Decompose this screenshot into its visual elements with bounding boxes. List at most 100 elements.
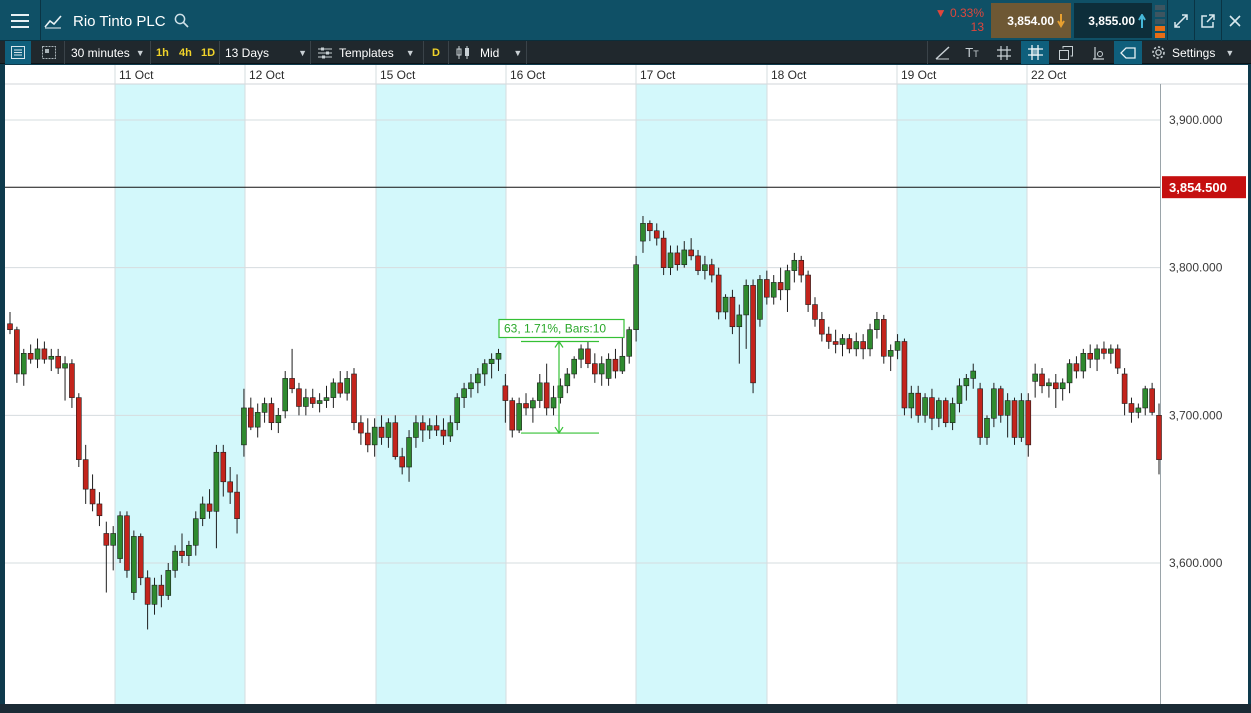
candle — [14, 326, 20, 383]
candle-body-up — [1142, 388, 1149, 409]
popout-icon[interactable] — [1195, 0, 1221, 41]
change-points: 13 — [970, 20, 984, 34]
candle — [846, 334, 853, 354]
text-icon[interactable]: TT — [959, 41, 985, 64]
candle — [839, 334, 846, 357]
candle — [1121, 368, 1128, 416]
candle-body-up — [867, 329, 873, 350]
candle-body-down — [502, 385, 509, 401]
candle-body-down — [1101, 348, 1107, 354]
day-shade — [636, 84, 767, 705]
candle — [585, 341, 591, 369]
candle-body-up — [963, 378, 970, 387]
candle-body-up — [413, 422, 419, 438]
candle-body-up — [117, 515, 123, 559]
interval-label: 30 minutes — [71, 45, 130, 60]
x-tick-label: 15 Oct — [380, 68, 416, 82]
interval-1d-button[interactable]: 1D — [201, 41, 215, 64]
candle-body-up — [48, 355, 55, 360]
grid-icon[interactable] — [991, 41, 1017, 64]
candle-body-down — [351, 373, 357, 424]
candle-body-up — [991, 388, 997, 419]
candle-body-up — [894, 341, 901, 351]
crosshair-icon[interactable] — [1021, 41, 1049, 64]
day-shade — [376, 84, 506, 705]
chart-canvas[interactable]: 3,854.500 63, 1.71%, Bars:10 11 Oct 12 Oct… — [5, 65, 1248, 705]
y-tick-label: 3,600.000 — [1169, 556, 1223, 570]
indicator-icon[interactable] — [1085, 41, 1111, 64]
tag-icon[interactable] — [1114, 41, 1142, 64]
y-tick-label: 3,900.000 — [1169, 113, 1223, 127]
x-tick-label: 19 Oct — [901, 68, 937, 82]
candle — [1052, 373, 1059, 408]
interval-dropdown[interactable]: 30 minutes ▼ — [71, 41, 145, 64]
candle-body-up — [578, 348, 584, 360]
candle — [316, 393, 323, 413]
candle — [117, 511, 123, 563]
candle — [825, 326, 832, 349]
list-icon[interactable] — [5, 41, 31, 64]
candle — [1135, 403, 1142, 419]
layout-icon[interactable] — [36, 41, 62, 64]
candle-body-down — [929, 397, 935, 419]
menu-icon[interactable] — [0, 0, 40, 41]
candle-body-down — [227, 481, 233, 493]
candle — [550, 385, 557, 416]
candle-body-down — [860, 341, 866, 350]
candle-body-up — [722, 296, 729, 313]
price-type-dropdown[interactable]: Mid ▼ — [456, 41, 522, 64]
candle — [1128, 397, 1135, 423]
candle-body-down — [220, 451, 227, 483]
search-icon[interactable] — [172, 0, 190, 41]
candle-body-down — [69, 363, 75, 398]
candle — [598, 356, 605, 386]
templates-dropdown[interactable]: Templates ▼ — [318, 41, 415, 64]
candle — [62, 356, 68, 401]
copy-icon[interactable] — [1053, 41, 1079, 64]
period-dropdown[interactable]: 13 Days ▼ — [225, 41, 307, 64]
candle — [633, 255, 639, 342]
candle-body-down — [1156, 415, 1162, 460]
candle-body-up — [984, 417, 990, 438]
candle-body-up — [791, 259, 798, 271]
candle — [137, 533, 144, 586]
candle — [942, 397, 949, 428]
interval-1h-button[interactable]: 1h — [156, 41, 169, 64]
candle-body-down — [1087, 353, 1093, 360]
d-button[interactable]: D — [432, 41, 440, 64]
candle — [1108, 344, 1114, 364]
interval-4h-button[interactable]: 4h — [179, 41, 192, 64]
settings-dropdown[interactable]: Settings ▼ — [1151, 41, 1234, 64]
candle-body-down — [715, 274, 722, 313]
chart-window: Rio Tinto PLC ▼ 0.33% 13 3,854.00 3,855.… — [0, 0, 1251, 713]
candle-body-up — [1066, 363, 1073, 384]
candle-body-up — [454, 397, 461, 424]
candle-body-down — [812, 304, 818, 320]
candle-body-up — [1059, 382, 1066, 390]
candle-body-up — [481, 363, 488, 375]
sell-price-button[interactable]: 3,854.00 — [991, 3, 1071, 38]
candle-body-down — [14, 329, 20, 375]
candle-body-up — [20, 353, 27, 375]
candle — [309, 388, 316, 408]
candle — [887, 344, 894, 372]
candle-body-up — [213, 451, 220, 512]
candle-body-down — [653, 230, 660, 239]
candle — [131, 530, 137, 600]
candle-body-up — [495, 353, 502, 360]
window-bottom-edge — [0, 704, 1251, 713]
candle — [1094, 344, 1100, 372]
candle — [303, 388, 309, 416]
candle-body-down — [942, 400, 949, 424]
candle-body-down — [846, 338, 853, 350]
chevron-down-icon: ▼ — [298, 47, 307, 58]
candle — [89, 474, 96, 512]
buy-price-button[interactable]: 3,855.00 — [1074, 3, 1152, 38]
candle-body-up — [62, 363, 68, 369]
draw-line-icon[interactable] — [929, 41, 955, 64]
expand-icon[interactable] — [1168, 0, 1194, 41]
close-icon[interactable] — [1222, 0, 1248, 41]
price-chart[interactable]: 3,854.500 63, 1.71%, Bars:10 11 Oct 12 Oct… — [5, 65, 1248, 705]
candle-body-down — [647, 223, 653, 232]
chart-icon[interactable] — [41, 0, 65, 41]
